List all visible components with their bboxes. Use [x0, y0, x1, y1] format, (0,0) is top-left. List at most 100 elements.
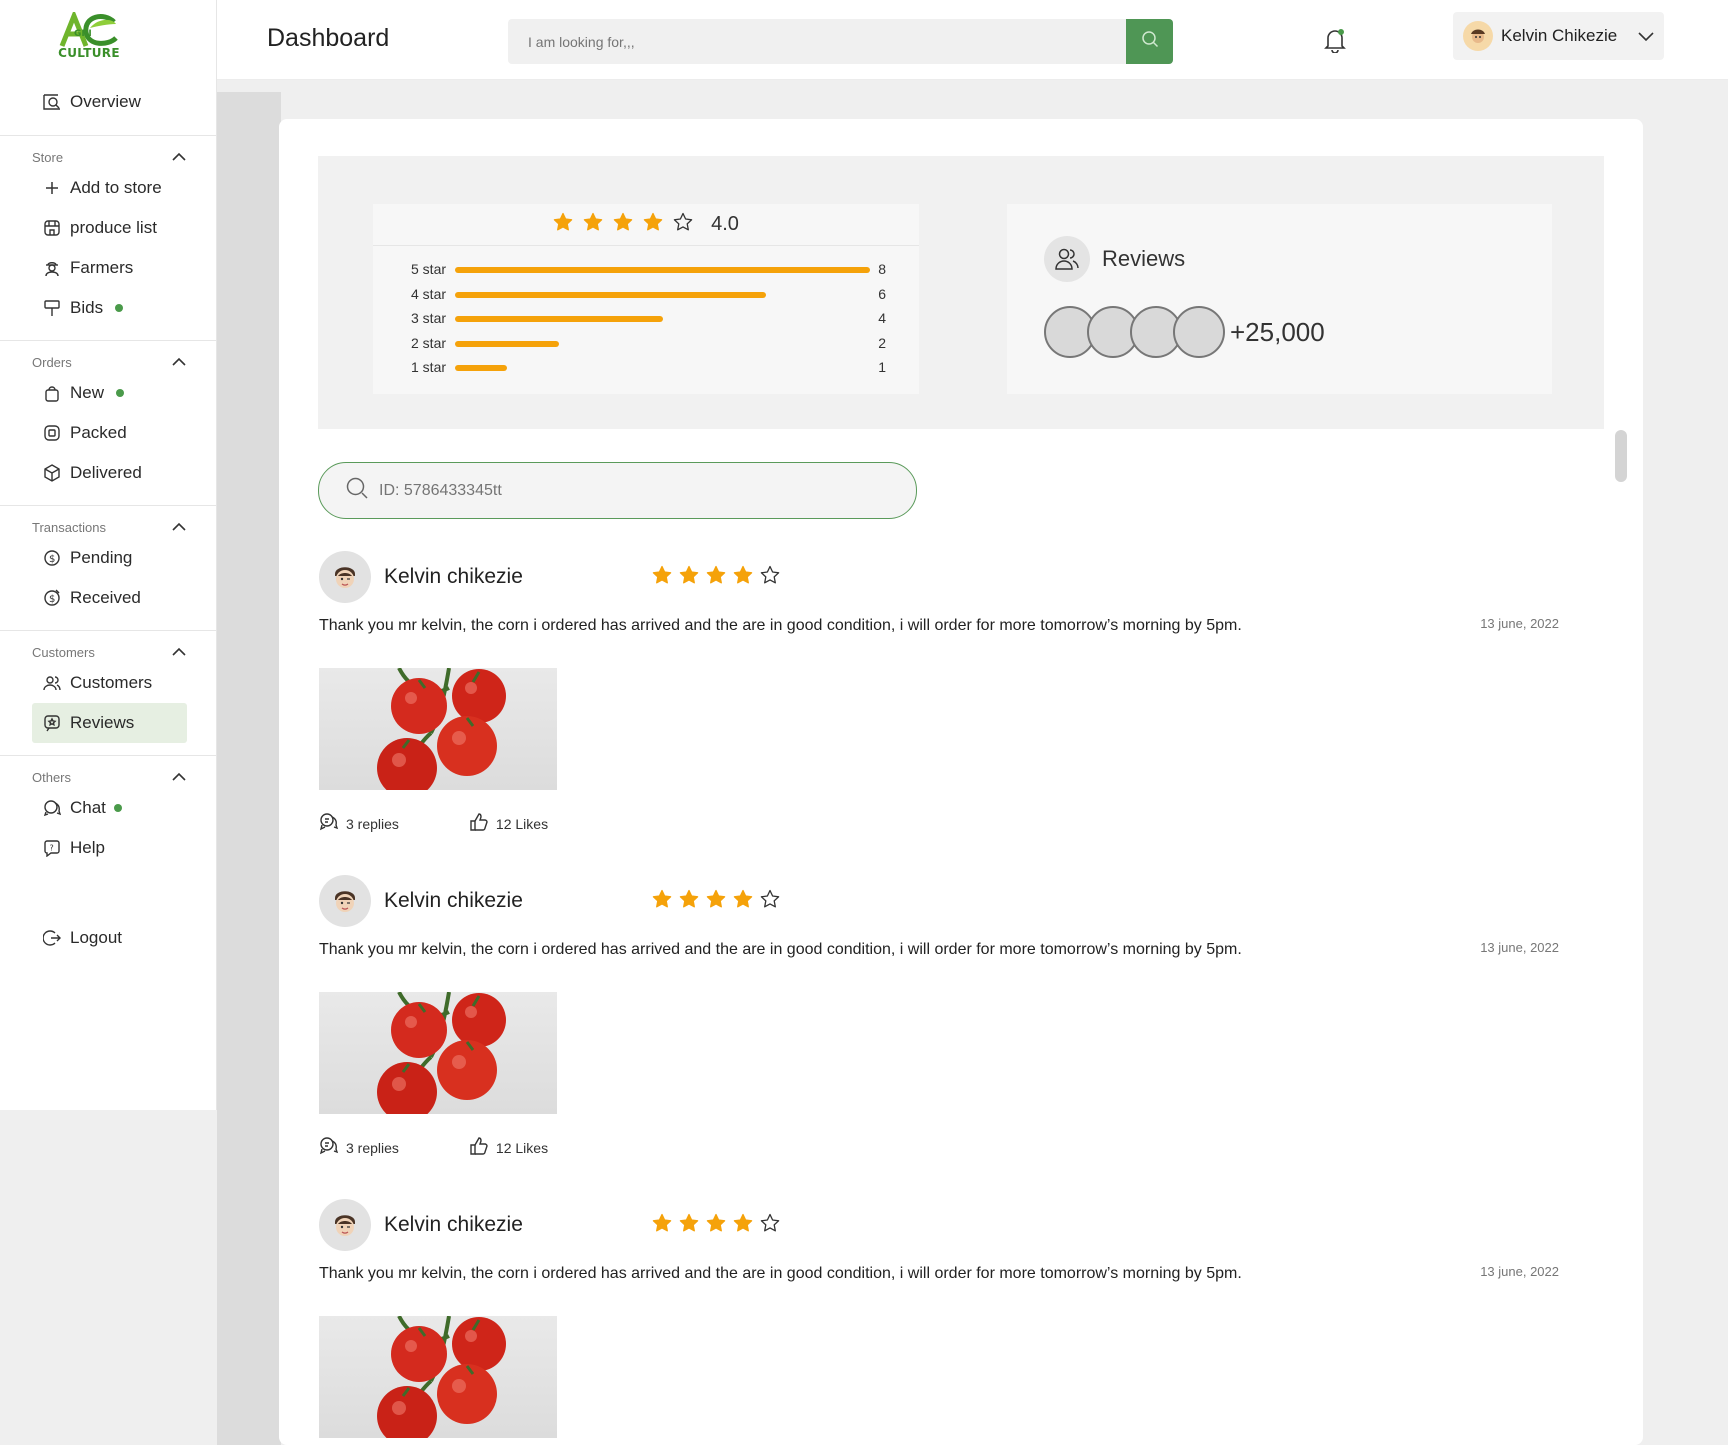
review-photo[interactable]: [319, 668, 557, 790]
replies-label: 3 replies: [346, 815, 399, 832]
avatar: [1173, 306, 1225, 358]
user-name: Kelvin Chikezie: [1501, 26, 1618, 45]
sidebar-item-label: Add to store: [70, 178, 162, 197]
sidebar-item-add-to-store[interactable]: Add to store: [32, 168, 187, 208]
rating-bar: [455, 365, 507, 371]
chevron-up-icon[interactable]: [171, 150, 187, 165]
reviewer-avatars: +25,000: [1044, 306, 1325, 358]
review-text: Thank you mr kelvin, the corn i ordered …: [319, 617, 1242, 634]
logout-button[interactable]: Logout: [32, 918, 187, 958]
star-outline-icon: [760, 889, 780, 914]
review-icon: [42, 713, 62, 733]
section-orders-header[interactable]: Orders: [32, 351, 187, 373]
section-customers-header[interactable]: Customers: [32, 641, 187, 663]
store-icon: [42, 218, 62, 238]
avatar[interactable]: [319, 551, 371, 603]
review-photo[interactable]: [319, 1316, 557, 1438]
sidebar-item-bids[interactable]: Bids: [32, 288, 187, 328]
section-title: Store: [32, 149, 64, 165]
reviews-heading: Reviews: [1044, 236, 1185, 282]
box-icon: [42, 463, 62, 483]
section-store-header[interactable]: Store: [32, 146, 187, 168]
star-filled-icon: [706, 565, 726, 590]
divider: [0, 135, 217, 136]
rating-bar: [455, 267, 870, 273]
like-button[interactable]: 12 Likes: [469, 812, 548, 835]
section-others-header[interactable]: Others: [32, 766, 187, 788]
sidebar-item-received[interactable]: $ Received: [32, 578, 187, 618]
star-filled-icon: [652, 565, 672, 590]
avatar: [1463, 21, 1493, 51]
page-title: Dashboard: [267, 24, 390, 52]
agriculture-logo[interactable]: GRI CULTURE: [54, 9, 124, 64]
rating-bar-label: 1 star: [411, 359, 447, 375]
thumbs-up-icon: [469, 1136, 489, 1159]
sidebar-item-new[interactable]: New: [32, 373, 187, 413]
sidebar-item-farmers[interactable]: Farmers: [32, 248, 187, 288]
reviewer-name: Kelvin chikezie: [384, 889, 523, 912]
search-icon: [1141, 30, 1159, 53]
chevron-up-icon[interactable]: [171, 520, 187, 535]
review-header: Kelvin chikezie: [319, 874, 780, 928]
star-filled-icon: [583, 212, 603, 237]
sidebar-item-help[interactable]: ? Help: [32, 828, 187, 868]
review-actions: 3 replies 12 Likes: [319, 812, 548, 835]
status-dot: [116, 389, 125, 397]
rating-bar-label: 5 star: [411, 261, 447, 277]
sidebar-item-pending[interactable]: $ Pending: [32, 538, 187, 578]
rating-bar-label: 4 star: [411, 285, 447, 302]
replies-button[interactable]: 3 replies: [319, 1136, 399, 1159]
chevron-up-icon[interactable]: [171, 645, 187, 660]
sidebar-item-label: Bids: [70, 298, 104, 317]
scrollbar[interactable]: [1615, 430, 1627, 482]
reviewer-name: Kelvin chikezie: [384, 1213, 523, 1236]
sidebar-item-delivered[interactable]: Delivered: [32, 453, 187, 493]
sidebar-item-packed[interactable]: Packed: [32, 413, 187, 453]
sidebar-item-reviews[interactable]: Reviews: [32, 703, 187, 743]
svg-text:$: $: [49, 594, 55, 605]
sidebar-item-overview[interactable]: Overview: [32, 82, 187, 122]
reviewer-name: Kelvin chikezie: [384, 565, 523, 588]
status-dot: [113, 804, 122, 812]
chat-icon: [42, 798, 62, 818]
rating-bar-row: 1 star 1: [411, 357, 886, 377]
average-stars: [553, 212, 693, 237]
comments-icon: [319, 1136, 339, 1159]
section-transactions-header[interactable]: Transactions: [32, 516, 187, 538]
sidebar-item-label: Pending: [70, 548, 133, 567]
review-photo[interactable]: [319, 992, 557, 1114]
signpost-icon: [42, 298, 62, 318]
users-icon: [1044, 236, 1090, 282]
search-button[interactable]: [1126, 19, 1173, 64]
likes-label: 12 Likes: [495, 815, 549, 832]
review-actions: 3 replies 12 Likes: [319, 1136, 548, 1159]
sidebar-item-label: Packed: [70, 423, 127, 442]
package-icon: [42, 423, 62, 443]
review-id-input[interactable]: [379, 481, 859, 500]
sidebar-item-chat[interactable]: Chat: [32, 788, 187, 828]
replies-button[interactable]: 3 replies: [319, 812, 399, 835]
notification-button[interactable]: [1323, 27, 1347, 58]
rating-bar-row: 4 star 6: [411, 284, 886, 304]
search-input[interactable]: [508, 19, 1108, 64]
chevron-up-icon[interactable]: [171, 770, 187, 785]
sidebar: GRI CULTURE Overview Store Add to store …: [0, 0, 217, 1110]
review-date: 13 june, 2022: [1480, 616, 1559, 631]
bell-icon: [1323, 29, 1347, 57]
user-menu[interactable]: Kelvin Chikezie: [1453, 12, 1664, 60]
rating-bar-label: 2 star: [411, 334, 447, 351]
avatar[interactable]: [319, 875, 371, 927]
star-filled-icon: [652, 1213, 672, 1238]
divider: [0, 630, 217, 631]
like-button[interactable]: 12 Likes: [469, 1136, 548, 1159]
global-search: [508, 19, 1173, 64]
review-text: Thank you mr kelvin, the corn i ordered …: [319, 1265, 1242, 1282]
avatar[interactable]: [319, 1199, 371, 1251]
chevron-up-icon[interactable]: [171, 355, 187, 370]
star-outline-icon: [760, 1213, 780, 1238]
sidebar-item-label: Chat: [70, 798, 106, 817]
sidebar-item-produce-list[interactable]: produce list: [32, 208, 187, 248]
reviews-label: Reviews: [1102, 246, 1186, 271]
star-filled-icon: [613, 212, 633, 237]
sidebar-item-customers[interactable]: Customers: [32, 663, 187, 703]
